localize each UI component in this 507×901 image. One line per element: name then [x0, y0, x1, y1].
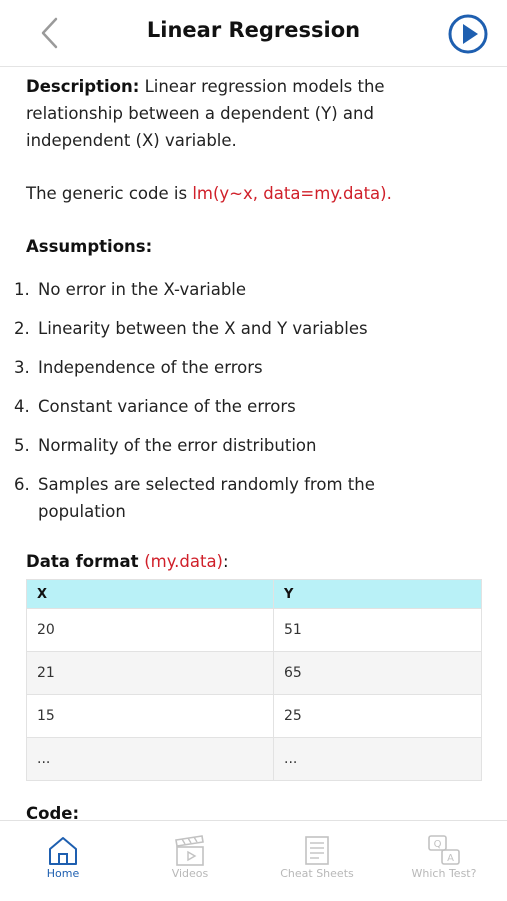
list-number: 5.	[14, 436, 30, 455]
svg-text:Q: Q	[434, 839, 442, 850]
generic-code-suffix: .	[386, 184, 392, 203]
code-heading: Code:	[26, 804, 80, 820]
tab-videos[interactable]: Videos	[127, 821, 253, 901]
generic-code: lm(y~x, data=my.data)	[192, 184, 387, 203]
list-text: Samples are selected randomly from the p…	[38, 475, 375, 521]
data-format-label: Data format	[26, 552, 139, 571]
table-cell: 25	[273, 694, 482, 738]
which-test-icon: Q A	[428, 835, 460, 865]
page-title: Linear Regression	[146, 18, 361, 42]
list-item: 3. Independence of the errors	[0, 354, 507, 393]
list-text: No error in the X-variable	[38, 280, 247, 299]
list-text: Linearity between the X and Y variables	[38, 319, 368, 338]
assumptions-heading: Assumptions:	[26, 237, 153, 256]
column-header-y: Y	[273, 579, 482, 609]
list-text: Independence of the errors	[38, 358, 263, 377]
tab-cheat-sheets[interactable]: Cheat Sheets	[254, 821, 380, 901]
clapperboard-icon	[175, 835, 204, 866]
table-cell: ...	[273, 737, 482, 781]
description-label: Description:	[26, 77, 140, 96]
tab-label: Which Test?	[411, 867, 477, 880]
table-cell: 20	[26, 608, 274, 652]
description-paragraph: Description: Linear regression models th…	[26, 73, 476, 154]
tab-label: Videos	[171, 867, 209, 880]
list-number: 6.	[14, 475, 30, 494]
column-header-x: X	[26, 579, 274, 609]
list-number: 1.	[14, 280, 30, 299]
tab-label: Cheat Sheets	[280, 867, 354, 880]
home-icon	[49, 837, 77, 865]
play-icon[interactable]	[447, 13, 489, 55]
tab-which-test[interactable]: Q A Which Test?	[381, 821, 507, 901]
table-cell: 65	[273, 651, 482, 695]
table-row: 15 25	[26, 694, 482, 738]
tab-label: Home	[46, 867, 80, 880]
tab-home[interactable]: Home	[0, 821, 126, 901]
list-item: 6. Samples are selected randomly from th…	[0, 471, 507, 525]
data-format-heading: Data format (my.data):	[26, 552, 229, 571]
table-cell: ...	[26, 737, 274, 781]
list-number: 3.	[14, 358, 30, 377]
data-format-table: X Y 20 51 21 65 15 25 ... ...	[26, 579, 482, 781]
generic-code-prefix: The generic code is	[26, 184, 193, 203]
table-row: ... ...	[26, 737, 482, 781]
data-format-code: (my.data)	[144, 552, 223, 571]
header: Linear Regression	[0, 0, 507, 67]
generic-code-paragraph: The generic code is lm(y~x, data=my.data…	[26, 180, 476, 207]
assumptions-list: 1. No error in the X-variable 2. Lineari…	[0, 276, 507, 525]
table-row: 20 51	[26, 608, 482, 652]
list-item: 5. Normality of the error distribution	[0, 432, 507, 471]
list-text: Constant variance of the errors	[38, 397, 296, 416]
svg-text:A: A	[447, 853, 454, 864]
list-item: 2. Linearity between the X and Y variabl…	[0, 315, 507, 354]
content-scroll-area[interactable]: Description: Linear regression models th…	[0, 66, 507, 820]
data-format-suffix: :	[223, 552, 229, 571]
bottom-tab-bar: Home Videos Cheat Sheets Q A Which Test?	[0, 820, 507, 901]
table-cell: 15	[26, 694, 274, 738]
table-header-row: X Y	[26, 579, 482, 609]
list-text: Normality of the error distribution	[38, 436, 317, 455]
list-item: 4. Constant variance of the errors	[0, 393, 507, 432]
list-number: 2.	[14, 319, 30, 338]
list-number: 4.	[14, 397, 30, 416]
table-cell: 21	[26, 651, 274, 695]
table-row: 21 65	[26, 651, 482, 695]
cheat-sheets-icon	[305, 836, 329, 865]
list-item: 1. No error in the X-variable	[0, 276, 507, 315]
table-cell: 51	[273, 608, 482, 652]
